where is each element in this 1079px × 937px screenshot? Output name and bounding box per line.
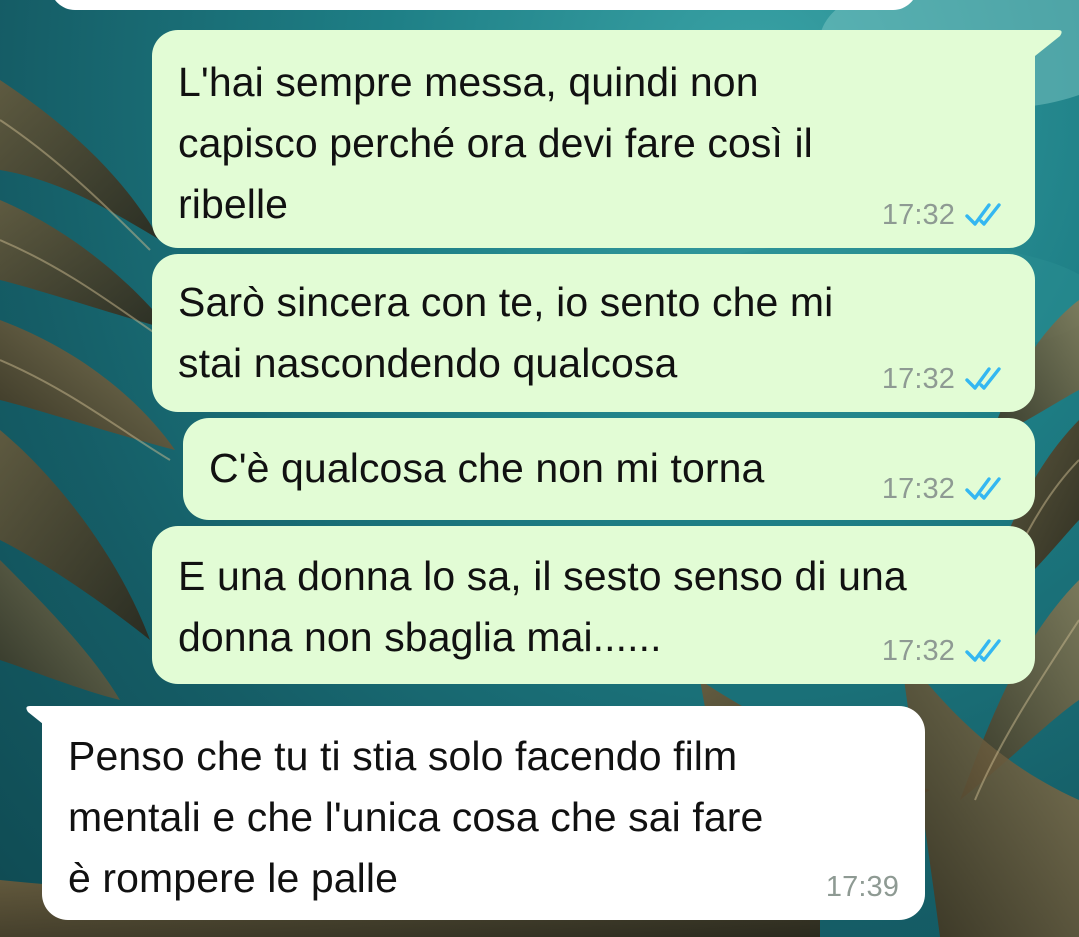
double-check-icon xyxy=(965,203,1001,226)
message-text: E una donna lo sa, il sesto senso di una… xyxy=(178,553,907,660)
message-text: Penso che tu ti stia solo facendo film m… xyxy=(68,733,764,901)
message-time: 17:32 xyxy=(881,199,955,231)
outgoing-message-bubble[interactable]: L'hai sempre messa, quindi non capisco p… xyxy=(152,30,1035,248)
message-meta: 17:39 xyxy=(826,872,899,902)
message-text: Sarò sincera con te, io sento che mi sta… xyxy=(178,279,834,386)
outgoing-message-bubble[interactable]: C'è qualcosa che non mi torna 17:32 xyxy=(183,418,1035,520)
outgoing-message-bubble[interactable]: Sarò sincera con te, io sento che mi sta… xyxy=(152,254,1035,412)
message-time: 17:32 xyxy=(881,635,955,667)
message-meta: 17:32 xyxy=(882,474,1007,504)
chat-thread[interactable]: L'hai sempre messa, quindi non capisco p… xyxy=(0,0,1079,937)
message-meta: 17:32 xyxy=(882,200,1007,230)
message-time: 17:32 xyxy=(881,363,955,395)
message-text: L'hai sempre messa, quindi non capisco p… xyxy=(178,59,813,227)
outgoing-message-bubble[interactable]: E una donna lo sa, il sesto senso di una… xyxy=(152,526,1035,684)
message-time: 17:39 xyxy=(825,871,899,903)
previous-message-bubble[interactable] xyxy=(50,0,918,10)
double-check-icon xyxy=(965,367,1001,390)
double-check-icon xyxy=(965,477,1001,500)
message-time: 17:32 xyxy=(881,473,955,505)
message-meta: 17:32 xyxy=(882,364,1007,394)
incoming-message-bubble[interactable]: Penso che tu ti stia solo facendo film m… xyxy=(42,706,925,920)
double-check-icon xyxy=(965,639,1001,662)
message-meta: 17:32 xyxy=(882,636,1007,666)
bubble-tail xyxy=(1030,30,1062,60)
message-text: C'è qualcosa che non mi torna xyxy=(209,445,765,491)
